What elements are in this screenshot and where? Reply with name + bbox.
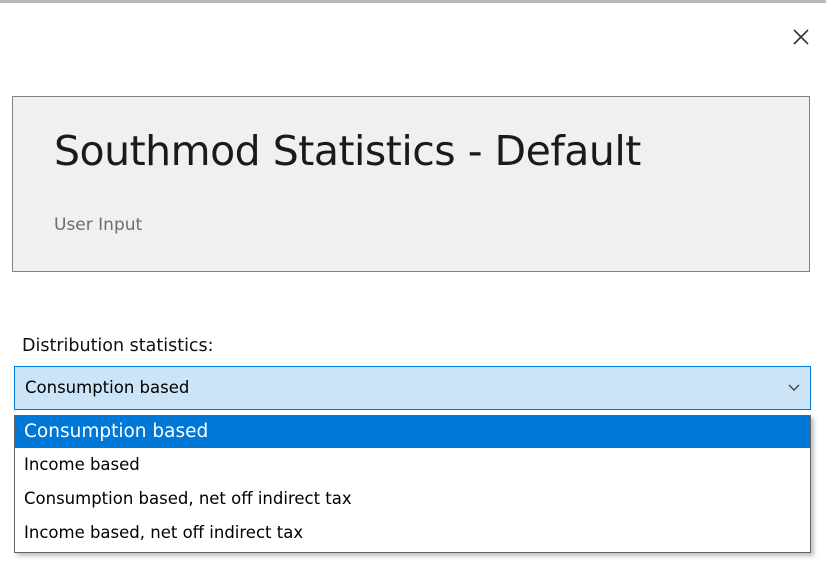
select-current-value: Consumption based xyxy=(25,378,190,397)
dropdown-option-income-based[interactable]: Income based xyxy=(15,449,810,481)
window-top-border xyxy=(0,0,826,3)
close-button[interactable] xyxy=(786,22,816,52)
distribution-statistics-select[interactable]: Consumption based xyxy=(14,366,811,410)
dropdown-option-income-net-indirect-tax[interactable]: Income based, net off indirect tax xyxy=(15,517,810,549)
header-panel: Southmod Statistics - Default User Input xyxy=(12,96,810,272)
page-title: Southmod Statistics - Default xyxy=(54,127,641,175)
dialog-window: Southmod Statistics - Default User Input… xyxy=(0,0,826,561)
distribution-statistics-label: Distribution statistics: xyxy=(22,336,214,356)
dropdown-option-consumption-net-indirect-tax[interactable]: Consumption based, net off indirect tax xyxy=(15,483,810,515)
dropdown-options-list: Consumption based Income based Consumpti… xyxy=(14,415,811,553)
dropdown-option-consumption-based[interactable]: Consumption based xyxy=(15,416,810,448)
page-subtitle: User Input xyxy=(54,215,143,235)
close-icon xyxy=(793,29,809,45)
chevron-down-icon xyxy=(788,384,800,391)
